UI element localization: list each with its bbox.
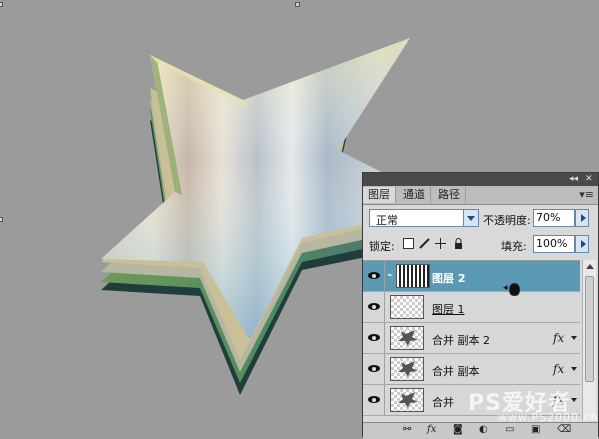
expand-effects-arrow-icon[interactable] xyxy=(571,398,577,402)
tab-paths[interactable]: 路径 xyxy=(433,187,466,203)
layer-row[interactable]: 图层 1 xyxy=(363,292,580,323)
lock-label: 锁定: xyxy=(369,240,395,253)
tab-channels[interactable]: 通道 xyxy=(398,187,431,203)
layer-row[interactable]: ⌁ 图层 2 xyxy=(363,261,580,292)
layer-thumbnail xyxy=(396,264,430,288)
visibility-eye-icon[interactable] xyxy=(363,292,385,322)
chevron-right-icon xyxy=(581,240,586,248)
chevron-right-icon xyxy=(581,214,586,222)
panel-tabs: 图层 通道 路径 ▾≡ xyxy=(363,186,598,205)
expand-effects-arrow-icon[interactable] xyxy=(571,367,577,371)
new-layer-icon[interactable]: ▣ xyxy=(531,425,541,435)
link-icon[interactable]: ⚯ xyxy=(403,425,413,435)
opacity-input[interactable]: 70% xyxy=(533,209,575,227)
blend-mode-select[interactable]: 正常 xyxy=(369,209,479,227)
lock-position-move-icon[interactable] xyxy=(435,238,446,249)
blend-opacity-row: 正常 不透明度: 70% xyxy=(367,209,595,229)
visibility-eye-icon[interactable] xyxy=(363,323,385,353)
collapse-icon[interactable]: ◂◂ xyxy=(569,174,578,185)
visibility-eye-icon[interactable] xyxy=(363,261,385,291)
fill-input[interactable]: 100% xyxy=(533,235,575,253)
visibility-eye-icon[interactable] xyxy=(363,354,385,384)
folder-icon[interactable]: ▭ xyxy=(505,425,515,435)
layer-thumbnail xyxy=(390,357,424,381)
adjustment-icon[interactable]: ◐ xyxy=(479,425,489,435)
watermark: PS爱好者 www.PS2000.cn xyxy=(468,385,598,424)
expand-effects-arrow-icon[interactable] xyxy=(571,336,577,340)
visibility-eye-icon[interactable] xyxy=(363,385,385,415)
watermark-url: www.PS2000.cn xyxy=(498,411,599,424)
panel-menu-icon[interactable]: ▾≡ xyxy=(579,189,594,200)
trash-icon[interactable]: ⌫ xyxy=(557,425,571,435)
chevron-down-icon xyxy=(467,216,475,221)
layer-effects-fx-icon[interactable]: fx xyxy=(553,331,564,345)
layer-thumbnail xyxy=(390,388,424,412)
scroll-up-arrow-icon[interactable] xyxy=(586,264,594,269)
layer-name[interactable]: 图层 1 xyxy=(432,301,465,317)
fill-label: 填充: xyxy=(501,240,527,253)
brush-link-icon: ⌁ xyxy=(387,270,394,281)
tab-layers[interactable]: 图层 xyxy=(363,187,396,203)
layer-name[interactable]: 合并 副本 2 xyxy=(432,332,490,348)
blend-mode-dropdown-button[interactable] xyxy=(463,210,478,226)
layer-effects-fx-icon[interactable]: fx xyxy=(553,362,564,376)
layer-name[interactable]: 合并 副本 xyxy=(432,363,480,379)
drag-arrow-icon: ◂ xyxy=(503,283,508,293)
layer-thumbnail xyxy=(390,295,424,319)
layer-row[interactable]: 合并 副本 2 fx xyxy=(363,323,580,354)
layer-thumbnail xyxy=(390,326,424,350)
lock-image-brush-icon[interactable] xyxy=(419,238,430,249)
layer-row[interactable]: 合并 副本 fx xyxy=(363,354,580,385)
blend-mode-value: 正常 xyxy=(376,214,398,227)
opacity-slider-button[interactable] xyxy=(575,209,589,227)
opacity-label: 不透明度: xyxy=(483,214,531,227)
fx-icon[interactable]: fx xyxy=(427,425,437,435)
close-icon[interactable]: ✕ xyxy=(585,174,593,185)
layer-name[interactable]: 图层 2 xyxy=(432,270,465,286)
grab-hand-cursor-icon xyxy=(509,283,520,296)
panel-titlebar[interactable]: ◂◂ ✕ xyxy=(363,173,598,186)
layer-name[interactable]: 合并 xyxy=(432,394,454,410)
scroll-thumb[interactable] xyxy=(585,276,594,382)
layers-scrollbar[interactable] xyxy=(582,260,596,420)
mask-icon[interactable]: ◙ xyxy=(453,425,463,435)
lock-fill-row: 锁定: 填充: 100% xyxy=(367,235,595,255)
lock-transparency-icon[interactable] xyxy=(403,238,414,249)
panel-footer: ⚯ fx ◙ ◐ ▭ ▣ ⌫ xyxy=(363,422,598,439)
lock-all-padlock-icon[interactable] xyxy=(453,238,464,249)
fill-slider-button[interactable] xyxy=(575,235,589,253)
